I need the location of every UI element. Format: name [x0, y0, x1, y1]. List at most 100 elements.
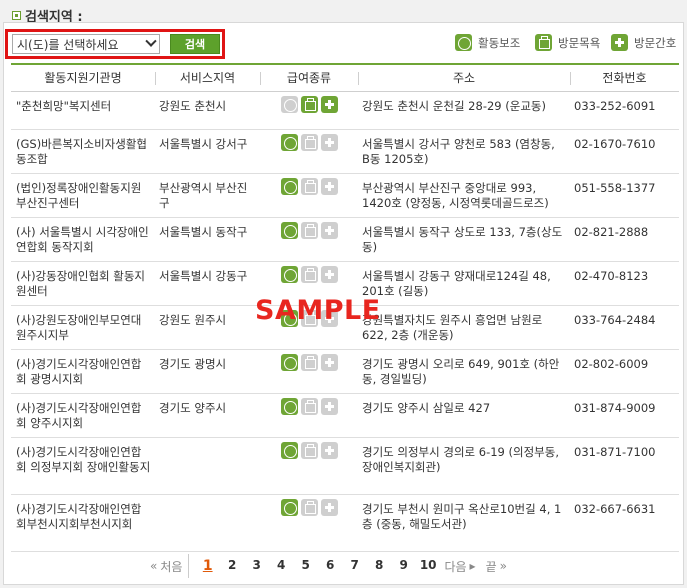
legend-bathing: 방문목욕: [535, 34, 600, 51]
cell-region: 서울특별시 강서구: [155, 129, 260, 174]
table-row[interactable]: (사)경기도시각장애인연합회 광명시지회 경기도 광명시 경기도 광명시 오리로 6…: [11, 349, 679, 394]
bathtub-icon: [300, 177, 318, 195]
region-select[interactable]: 시(도)를 선택하세요: [12, 34, 160, 54]
page-link[interactable]: 1: [195, 558, 220, 574]
table-header-row: 활동지원기관명 서비스지역 급여종류 주소 전화번호: [11, 63, 679, 92]
next-page-link[interactable]: 다음 ▸: [444, 558, 475, 575]
legend-label: 활동보조: [478, 35, 521, 50]
face-icon: [280, 95, 298, 113]
first-page-label: 처음: [160, 559, 183, 574]
cell-org-name: (사) 서울특별시 시각장애인연합회 동작지회: [11, 217, 155, 262]
first-page-link[interactable]: «처음: [150, 558, 182, 575]
bathtub-icon: [300, 95, 318, 113]
cell-services: [260, 217, 358, 262]
page-link[interactable]: 3: [244, 558, 269, 574]
face-icon: [280, 265, 298, 283]
pager-divider: [188, 554, 190, 578]
legend-label: 방문간호: [634, 35, 677, 50]
face-icon: [280, 133, 298, 151]
cell-phone: 02-470-8123: [570, 261, 679, 306]
cell-address: 서울특별시 강동구 양재대로124길 48, 201호 (길동): [358, 261, 570, 306]
plus-icon: [320, 498, 338, 516]
cell-phone: 02-821-2888: [570, 217, 679, 262]
page-link[interactable]: 5: [293, 558, 318, 574]
cell-address: 경기도 양주시 삼일로 427: [358, 393, 570, 438]
page-numbers: 1 2 3 4 5 6 7 8 9 10: [195, 558, 440, 574]
plus-icon: [611, 34, 628, 51]
cell-services: [260, 349, 358, 394]
plus-icon: [320, 221, 338, 239]
cell-address: 경기도 의정부시 경의로 6-19 (의정부동, 장애인복지회관): [358, 437, 570, 495]
cell-phone: 02-1670-7610: [570, 129, 679, 174]
cell-phone: 031-874-9009: [570, 393, 679, 438]
cell-address: 강원도 춘천시 운천길 28-29 (운교동): [358, 91, 570, 130]
table-row[interactable]: (사)경기도시각장애인연합회 의정부지회 장애인활동지 경기도 의정부시 경의로 …: [11, 437, 679, 495]
cell-region: [155, 494, 260, 552]
search-button[interactable]: 검색: [170, 34, 220, 54]
face-icon: [280, 397, 298, 415]
cell-region: 강원도 춘천시: [155, 91, 260, 130]
cell-region: 강원도 원주시: [155, 305, 260, 350]
table-row[interactable]: (사)경기도시각장애인연합회부천시지회부천시지회 경기도 부천시 원미구 옥산로1…: [11, 494, 679, 552]
double-chevron-left-icon: «: [150, 559, 158, 573]
table-row[interactable]: (사)경기도시각장애인연합회 양주시지회 경기도 양주시 경기도 양주시 삼일로 4…: [11, 393, 679, 438]
page-link[interactable]: 4: [269, 558, 294, 574]
cell-org-name: (사)경기도시각장애인연합회 광명시지회: [11, 349, 155, 394]
face-icon: [280, 353, 298, 371]
cell-org-name: "춘천희망"복지센터: [11, 91, 155, 130]
header-region: 서비스지역: [155, 63, 260, 92]
face-icon: [280, 441, 298, 459]
plus-icon: [320, 397, 338, 415]
face-icon: [455, 34, 472, 51]
search-bar: 시(도)를 선택하세요 검색: [5, 29, 225, 59]
header-services: 급여종류: [260, 63, 358, 92]
page-link[interactable]: 8: [367, 558, 392, 574]
cell-org-name: (GS)바른복지소비자생활협동조합: [11, 129, 155, 174]
page-link[interactable]: 10: [416, 558, 441, 574]
bathtub-icon: [300, 397, 318, 415]
bathtub-icon: [300, 353, 318, 371]
cell-phone: 033-764-2484: [570, 305, 679, 350]
cell-phone: 02-802-6009: [570, 349, 679, 394]
table-row[interactable]: (법인)정록장애인활동지원 부산진구센터 부산광역시 부산진구 부산광역시 부산진구…: [11, 173, 679, 218]
table-row[interactable]: (사) 서울특별시 시각장애인연합회 동작지회 서울특별시 동작구 서울특별시 동작…: [11, 217, 679, 262]
cell-address: 서울특별시 동작구 상도로 133, 7층(상도동): [358, 217, 570, 262]
cell-org-name: (법인)정록장애인활동지원 부산진구센터: [11, 173, 155, 218]
cell-services: [260, 129, 358, 174]
cell-region: 서울특별시 강동구: [155, 261, 260, 306]
table-row[interactable]: "춘천희망"복지센터 강원도 춘천시 강원도 춘천시 운천길 28-29 (운교동)…: [11, 91, 679, 130]
bathtub-icon: [300, 498, 318, 516]
cell-services: [260, 437, 358, 495]
page-link[interactable]: 2: [220, 558, 245, 574]
cell-org-name: (사)경기도시각장애인연합회 양주시지회: [11, 393, 155, 438]
table-row[interactable]: (GS)바른복지소비자생활협동조합 서울특별시 강서구 서울특별시 강서구 양천로 …: [11, 129, 679, 174]
cell-address: 서울특별시 강서구 양천로 583 (염창동, B동 1205호): [358, 129, 570, 174]
bathtub-icon: [535, 34, 552, 51]
cell-address: 강원특별자치도 원주시 흥업면 남원로 622, 2층 (개운동): [358, 305, 570, 350]
bathtub-icon: [300, 133, 318, 151]
plus-icon: [320, 95, 338, 113]
bathtub-icon: [300, 441, 318, 459]
last-page-label: 끝: [485, 559, 497, 574]
plus-icon: [320, 353, 338, 371]
cell-services: [260, 173, 358, 218]
cell-org-name: (사)경기도시각장애인연합회부천시지회부천시지회: [11, 494, 155, 552]
cell-address: 경기도 부천시 원미구 옥산로10번길 4, 1층 (중동, 해밀도서관): [358, 494, 570, 552]
cell-services: [260, 494, 358, 552]
plus-icon: [320, 177, 338, 195]
header-org: 활동지원기관명: [11, 63, 155, 92]
page-link[interactable]: 6: [318, 558, 343, 574]
page-link[interactable]: 7: [342, 558, 367, 574]
last-page-link[interactable]: 끝»: [486, 558, 507, 575]
legend-nursing: 방문간호: [611, 34, 676, 51]
region-select-value: 시(도)를 선택하세요: [17, 37, 119, 52]
header-phone: 전화번호: [570, 63, 679, 92]
plus-icon: [320, 441, 338, 459]
bathtub-icon: [300, 221, 318, 239]
title-bullet-icon: [12, 10, 21, 20]
cell-phone: 031-871-7100: [570, 437, 679, 495]
cell-phone: 032-667-6631: [570, 494, 679, 552]
chevron-down-icon: [145, 35, 157, 47]
double-chevron-right-icon: »: [499, 559, 507, 573]
page-link[interactable]: 9: [391, 558, 416, 574]
